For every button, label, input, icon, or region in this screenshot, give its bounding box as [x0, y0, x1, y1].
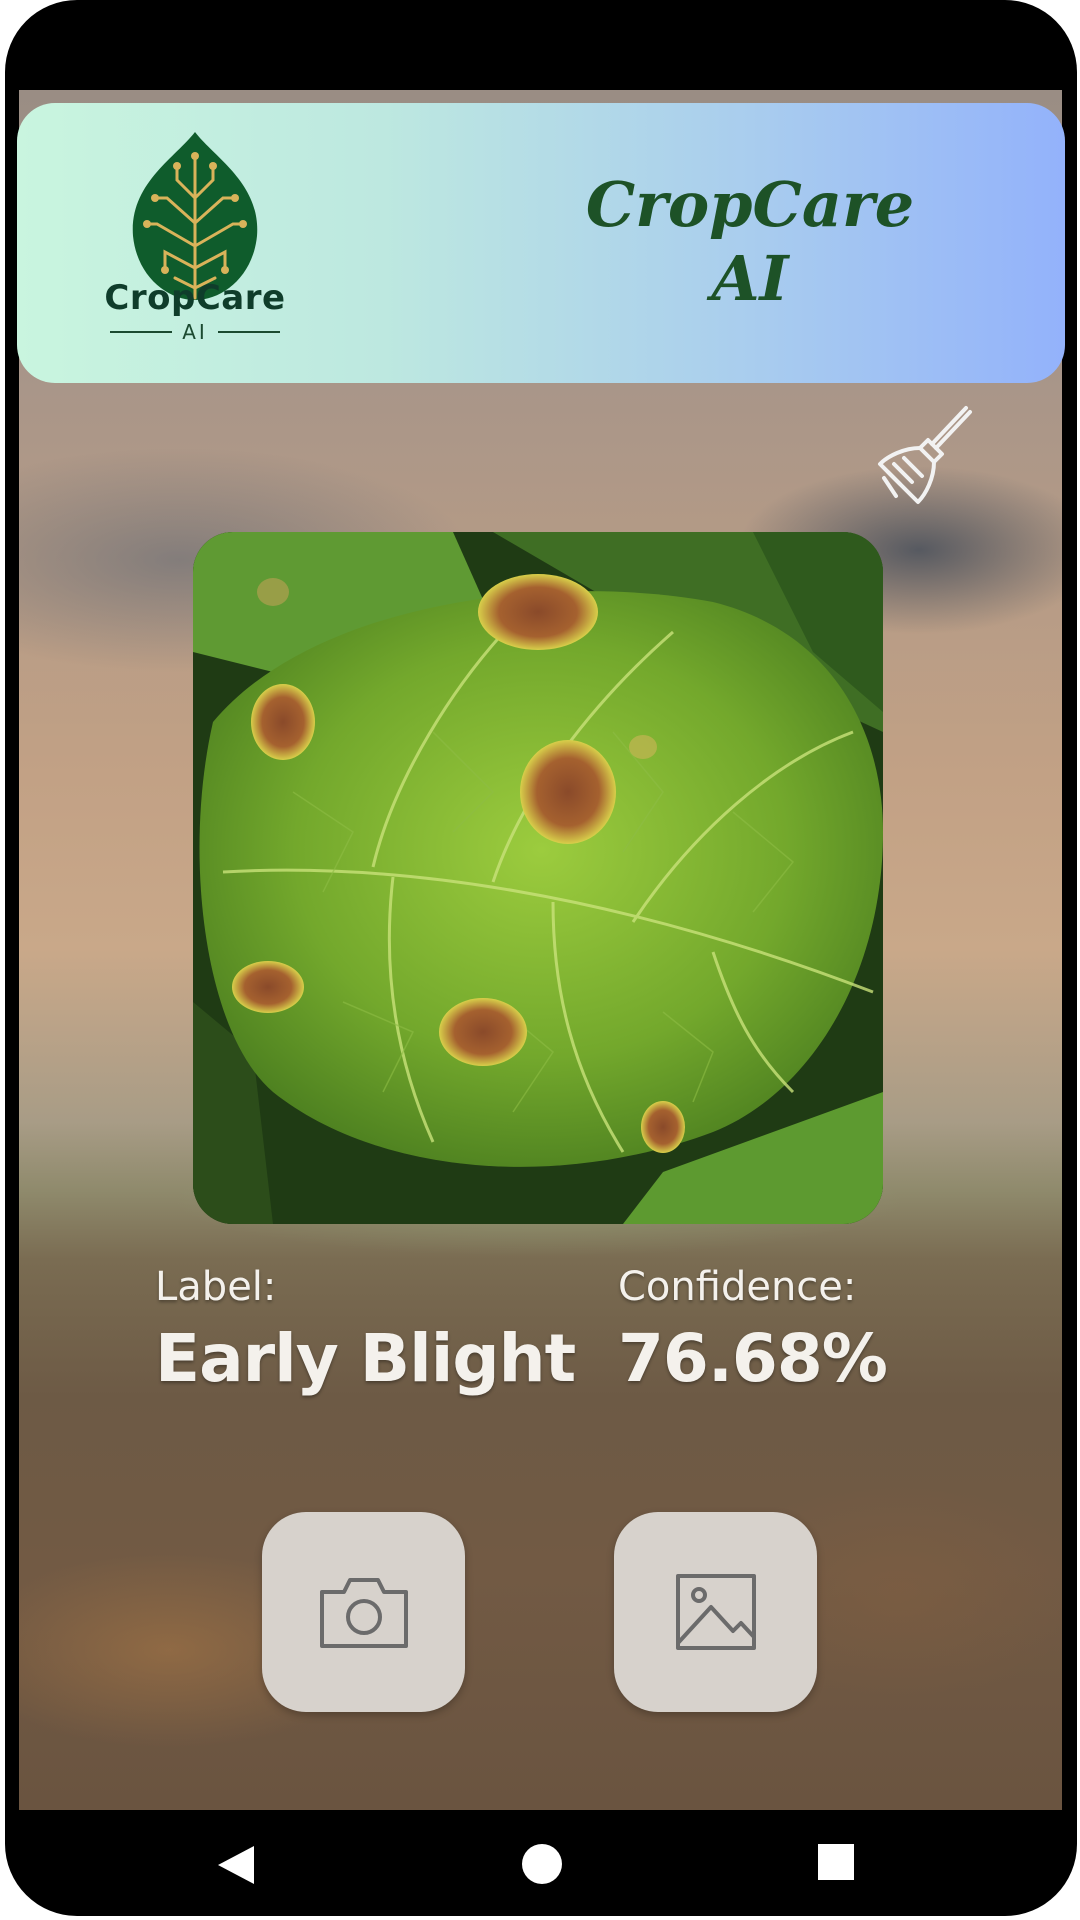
camera-icon — [319, 1578, 408, 1648]
app-title: CropCare AI — [560, 168, 940, 316]
confidence-value: 76.68% — [618, 1320, 888, 1397]
recent-square-icon[interactable] — [816, 1842, 856, 1882]
leaf-photo — [193, 532, 883, 1224]
home-circle-icon[interactable] — [520, 1842, 564, 1886]
logo-ai-text: AI — [182, 320, 208, 344]
back-triangle-icon[interactable] — [214, 1842, 258, 1888]
confidence-caption: Confidence: — [618, 1264, 857, 1310]
label-caption: Label: — [155, 1264, 277, 1310]
image-icon — [675, 1574, 756, 1650]
logo-subtext: AI — [92, 320, 298, 344]
label-value: Early Blight — [155, 1320, 576, 1397]
logo-wordmark: CropCare — [104, 278, 286, 318]
gallery-button[interactable] — [614, 1512, 817, 1712]
app-title-line2: AI — [711, 242, 789, 315]
broom-icon[interactable] — [870, 400, 982, 510]
camera-button[interactable] — [262, 1512, 465, 1712]
app-title-line1: CropCare — [585, 168, 915, 241]
